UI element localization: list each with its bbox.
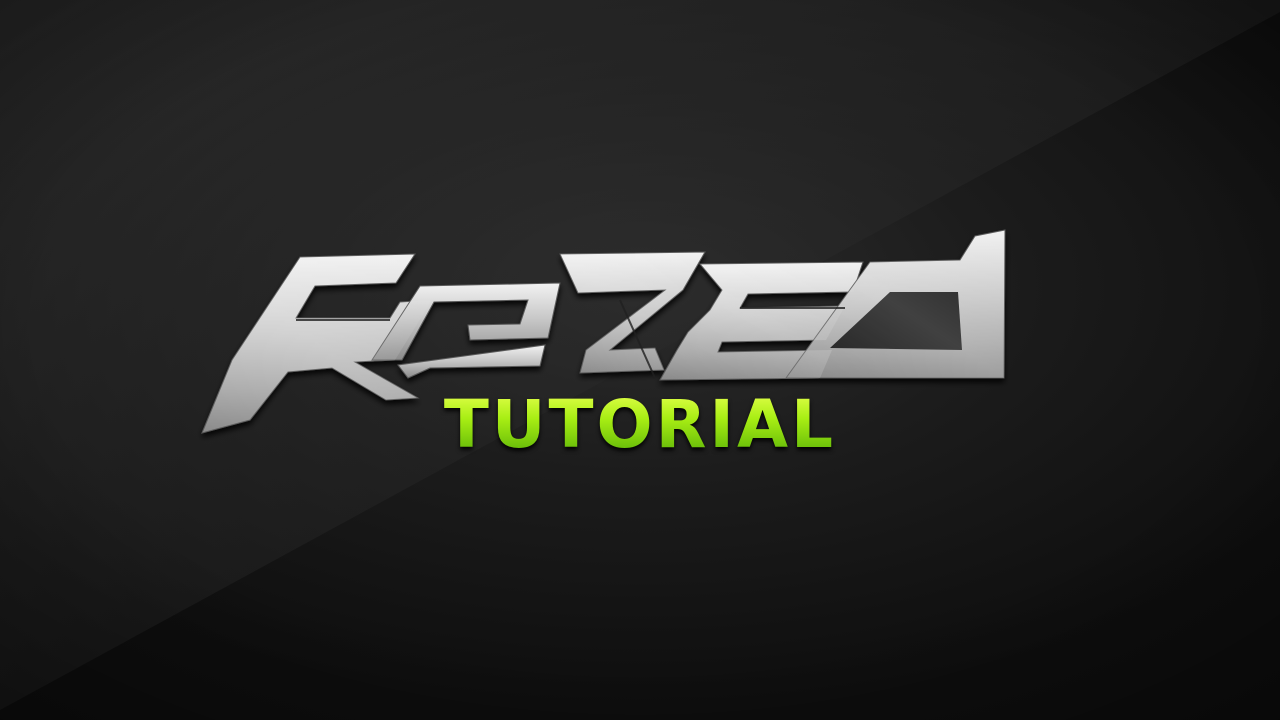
thumbnail-canvas: TUTORIAL — [0, 0, 1280, 720]
logo-letter-a-base — [397, 344, 546, 379]
subtitle-text: TUTORIAL — [0, 392, 1280, 458]
razed-logo — [201, 229, 1006, 434]
